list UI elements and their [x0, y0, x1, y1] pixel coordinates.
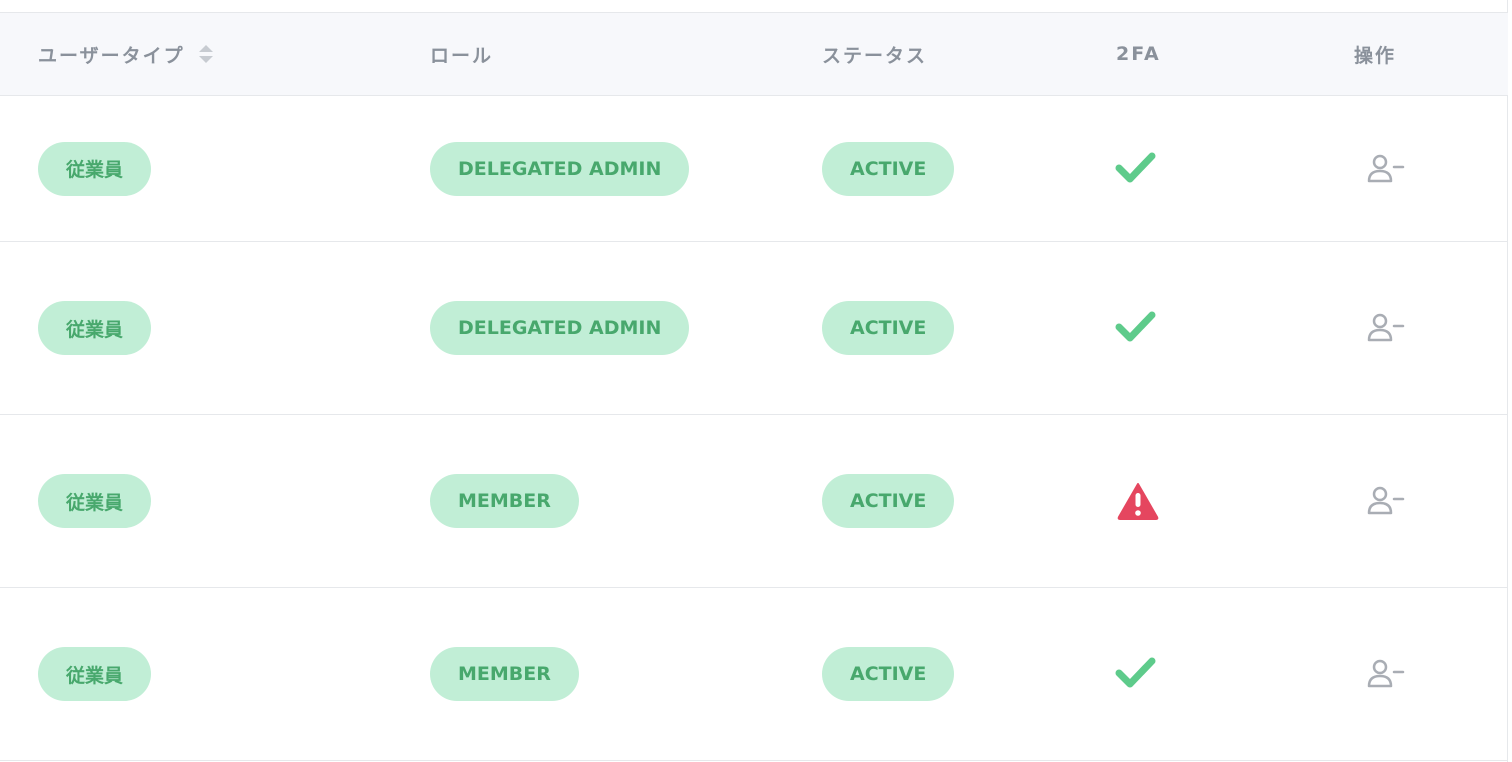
column-header-actions: 操作: [1354, 13, 1396, 95]
sort-icon[interactable]: [197, 42, 215, 66]
user-type-badge: 従業員: [38, 647, 152, 701]
user-type-badge: 従業員: [38, 141, 152, 196]
table-header: ユーザータイプ ロール ステータス 2FA 操作: [0, 13, 1508, 96]
column-header-user-type[interactable]: ユーザータイプ: [38, 13, 215, 95]
table-row: 従業員 DELEGATED ADMIN ACTIVE: [0, 96, 1508, 242]
role-badge: MEMBER: [430, 647, 579, 701]
status-badge: ACTIVE: [822, 141, 955, 196]
column-header-label: 2FA: [1116, 43, 1161, 65]
check-icon: [1114, 96, 1158, 241]
column-header-label: ユーザータイプ: [38, 44, 185, 67]
column-header-label: ロール: [430, 44, 494, 67]
remove-user-icon[interactable]: [1366, 485, 1406, 517]
remove-user-icon[interactable]: [1366, 658, 1406, 690]
warning-icon: [1116, 415, 1160, 587]
role-badge: DELEGATED ADMIN: [430, 301, 690, 355]
table-row: 従業員 MEMBER ACTIVE: [0, 588, 1508, 761]
table-row: 従業員 MEMBER ACTIVE: [0, 415, 1508, 588]
status-badge: ACTIVE: [822, 474, 955, 528]
column-header-2fa: 2FA: [1116, 13, 1161, 95]
users-table: ユーザータイプ ロール ステータス 2FA 操作 従業員 DELEGATED A…: [0, 0, 1508, 762]
column-header-status: ステータス: [822, 13, 927, 95]
status-badge: ACTIVE: [822, 301, 955, 355]
column-header-role: ロール: [430, 13, 493, 95]
column-header-label: ステータス: [822, 44, 928, 67]
user-type-badge: 従業員: [38, 474, 152, 528]
user-type-badge: 従業員: [38, 301, 152, 355]
table-row: 従業員 DELEGATED ADMIN ACTIVE: [0, 242, 1508, 415]
column-header-label: 操作: [1354, 44, 1397, 67]
check-icon: [1114, 242, 1158, 414]
remove-user-icon[interactable]: [1366, 153, 1406, 185]
remove-user-icon[interactable]: [1366, 312, 1406, 344]
role-badge: MEMBER: [430, 474, 579, 528]
check-icon: [1114, 588, 1158, 760]
role-badge: DELEGATED ADMIN: [430, 141, 690, 196]
status-badge: ACTIVE: [822, 647, 955, 701]
